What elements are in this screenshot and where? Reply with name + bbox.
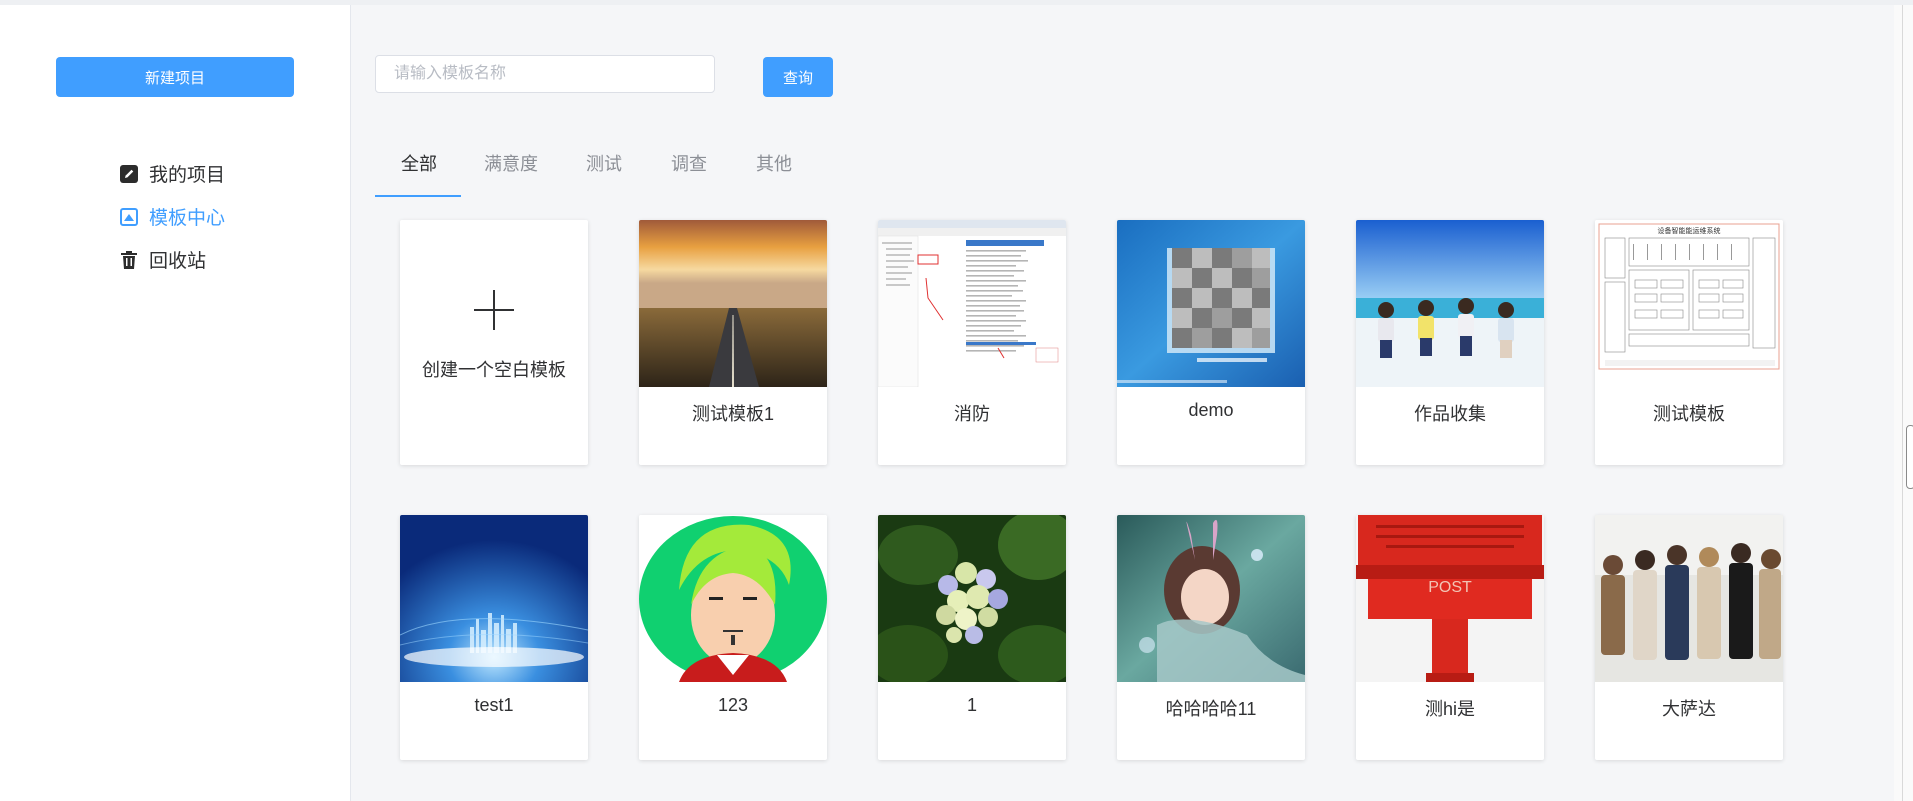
- blurred-qr-image: [1117, 220, 1305, 387]
- template-card[interactable]: 哈哈哈哈11: [1117, 515, 1305, 760]
- template-label: 测试模板1: [691, 404, 774, 424]
- active-tab-indicator: [375, 195, 461, 197]
- template-label: test1: [474, 695, 514, 715]
- main-content: 查询 全部 满意度 测试 调查 其他 创建一个空白模板: [351, 5, 1894, 801]
- search-button[interactable]: 查询: [763, 57, 833, 97]
- template-label: 哈哈哈哈11: [1165, 699, 1257, 719]
- group-people-image: [1595, 515, 1783, 682]
- template-label: 作品收集: [1414, 404, 1486, 424]
- tab-other[interactable]: 其他: [756, 150, 792, 176]
- template-label: 测hi是: [1424, 699, 1475, 719]
- template-label: 消防: [954, 404, 990, 424]
- sidebar-item-label: 我的项目: [149, 165, 226, 186]
- tab-survey[interactable]: 调查: [671, 150, 707, 176]
- avatar-cartoon-image: [639, 515, 827, 682]
- tab-all[interactable]: 全部: [401, 150, 437, 176]
- template-card[interactable]: 消防: [878, 220, 1066, 465]
- template-card[interactable]: POST 测hi是: [1356, 515, 1544, 760]
- template-label: 测试模板: [1653, 404, 1725, 424]
- scrollbar-track[interactable]: [1894, 5, 1913, 801]
- diagram-title: 设备智能能运维系统: [1658, 226, 1721, 235]
- road-sunset-image: [639, 220, 827, 387]
- template-card[interactable]: test1: [400, 515, 588, 760]
- template-search-input[interactable]: [375, 55, 715, 93]
- post-box-image: POST: [1356, 515, 1544, 682]
- blank-template-card[interactable]: 创建一个空白模板: [400, 220, 588, 465]
- template-card[interactable]: 1: [878, 515, 1066, 760]
- post-text: POST: [1428, 579, 1472, 596]
- template-label: demo: [1188, 400, 1234, 420]
- scrollbar-divider: [1902, 5, 1903, 801]
- anime-girl-image: [1117, 515, 1305, 682]
- scrollbar-thumb[interactable]: [1906, 425, 1913, 489]
- tab-satisfaction[interactable]: 满意度: [484, 150, 538, 176]
- template-card[interactable]: 设备智能能运维系统 测试模板: [1595, 220, 1783, 465]
- plus-icon: [474, 290, 514, 330]
- edit-icon: [119, 164, 139, 184]
- template-label: 大萨达: [1662, 699, 1716, 719]
- blank-template-label: 创建一个空白模板: [422, 360, 566, 380]
- sidebar-item-label: 模板中心: [149, 208, 226, 229]
- city-tech-image: [400, 515, 588, 682]
- template-card[interactable]: 123: [639, 515, 827, 760]
- new-project-button[interactable]: 新建项目: [56, 57, 294, 97]
- sidebar-item-recycle-bin[interactable]: 回收站: [119, 246, 206, 273]
- diagram-image: 设备智能能运维系统: [1595, 220, 1783, 387]
- template-card[interactable]: 测试模板1: [639, 220, 827, 465]
- hydrangea-image: [878, 515, 1066, 682]
- template-card[interactable]: 作品收集: [1356, 220, 1544, 465]
- sidebar-item-template-center[interactable]: 模板中心: [119, 203, 225, 230]
- sidebar-item-my-projects[interactable]: 我的项目: [119, 160, 225, 187]
- trash-icon: [119, 250, 139, 270]
- template-card[interactable]: 大萨达: [1595, 515, 1783, 760]
- category-tabs: 全部 满意度 测试 调查 其他: [375, 140, 1875, 198]
- tab-test[interactable]: 测试: [586, 150, 622, 176]
- sidebar: 新建项目 我的项目 模板中心 回收站: [0, 5, 351, 801]
- sidebar-item-label: 回收站: [149, 251, 207, 272]
- software-screenshot-image: [878, 220, 1066, 387]
- template-label: 123: [717, 695, 749, 715]
- template-icon: [119, 207, 139, 227]
- beach-people-image: [1356, 220, 1544, 387]
- template-label: 1: [966, 695, 977, 715]
- template-card[interactable]: demo: [1117, 220, 1305, 465]
